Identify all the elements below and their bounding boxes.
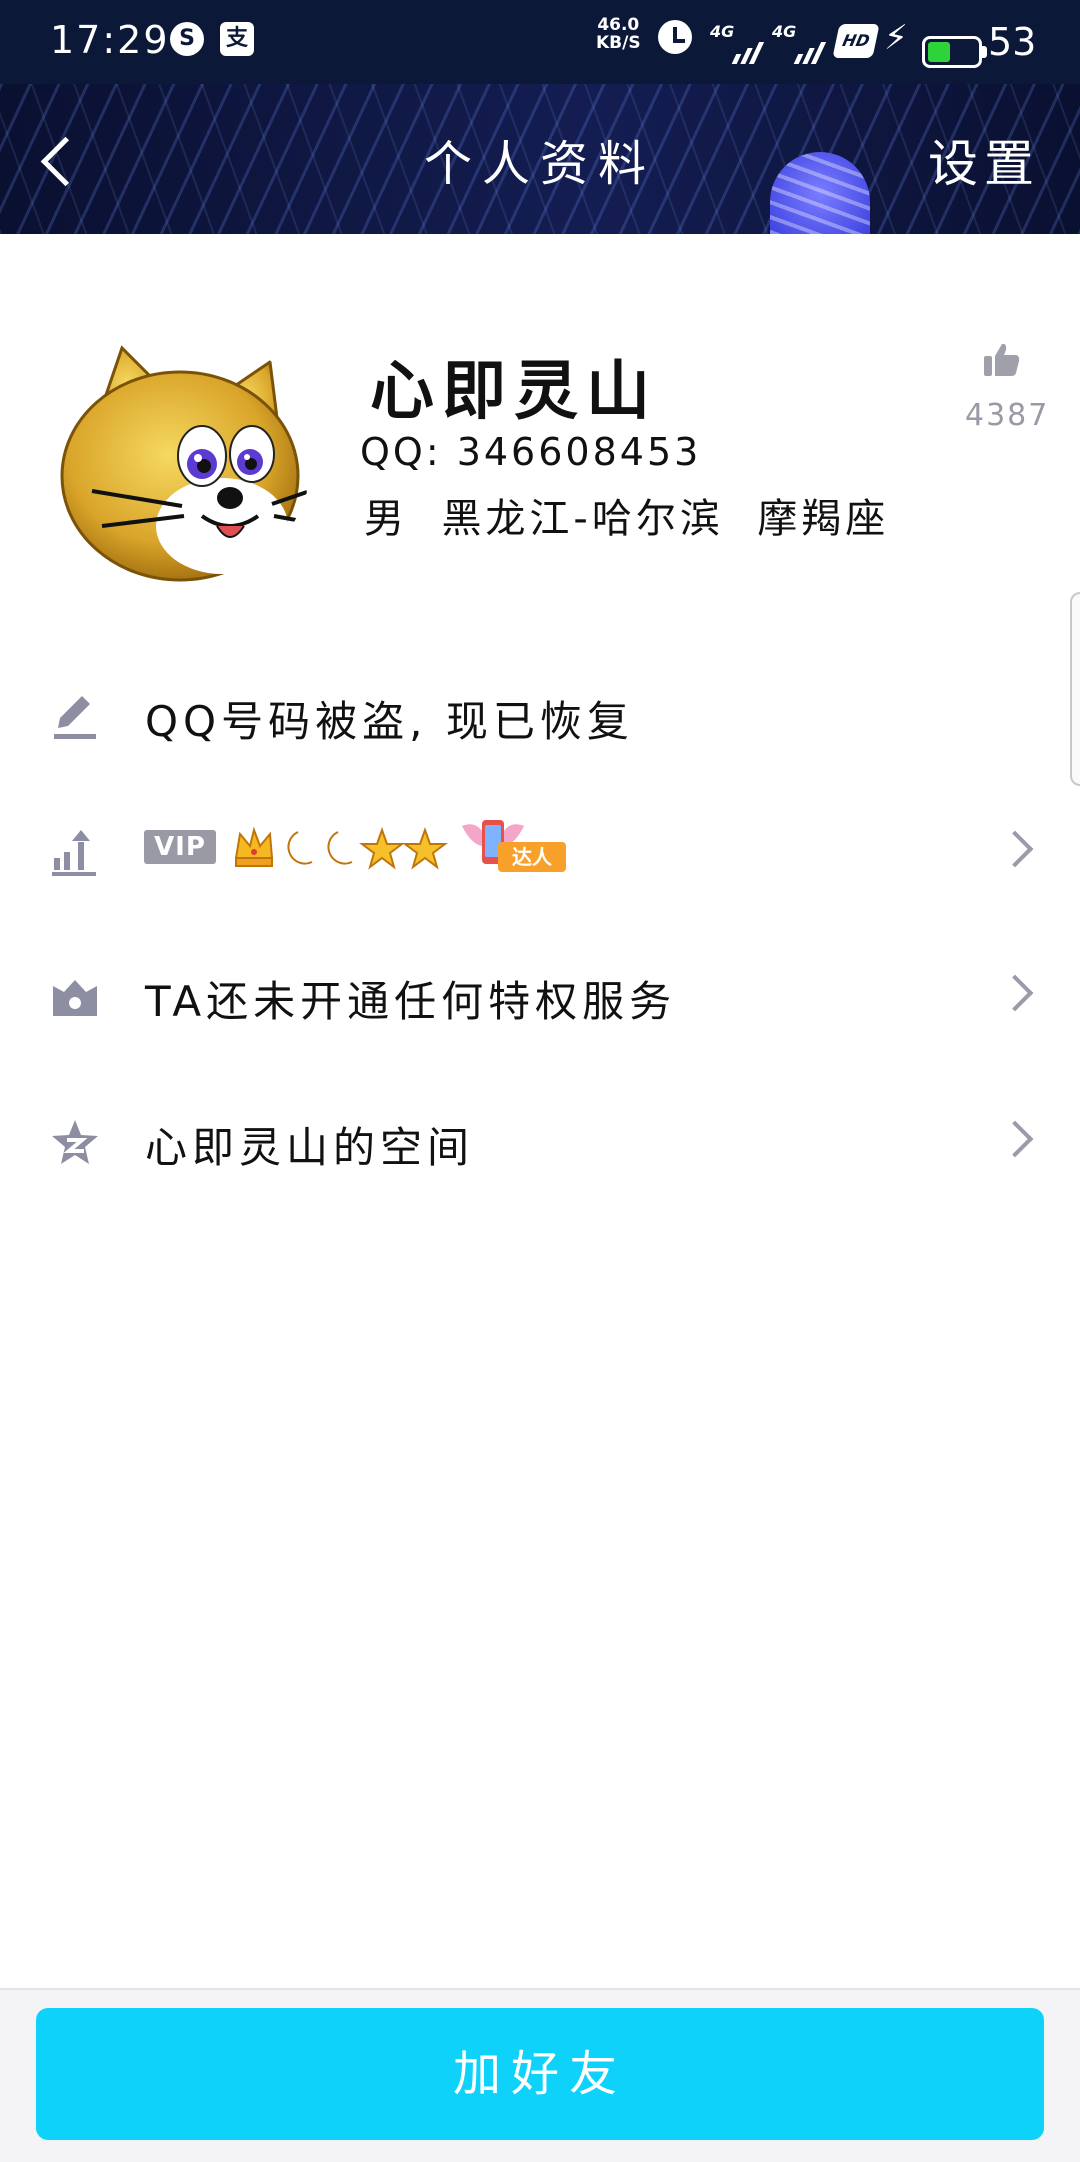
signal-4g-label-1: 4G: [710, 22, 735, 41]
profile-info: 男 黑龙江-哈尔滨 摩羯座: [364, 486, 889, 544]
profile-zodiac: 摩羯座: [757, 496, 890, 542]
qzone-text: 心即灵山的空间: [145, 1123, 475, 1172]
status-bar: 17:29 S 支 46.0 KB/S 4G 4G HD ⚡ 53: [0, 0, 1080, 84]
star-icon: [359, 827, 405, 870]
battery-icon: [922, 36, 987, 68]
add-friend-button[interactable]: 加好友: [36, 2008, 1044, 2140]
qq-level-icons: [232, 818, 452, 878]
thumbs-up-icon[interactable]: [982, 340, 1022, 380]
privilege-row[interactable]: TA还未开通任何特权服务: [0, 934, 1080, 1054]
vip-badge: VIP: [144, 830, 216, 864]
charging-bolt-icon: ⚡: [884, 18, 908, 58]
alipay-notification-icon: 支: [220, 22, 254, 56]
cat-avatar-icon: [60, 345, 308, 582]
battery-fill: [928, 42, 950, 62]
header-bar: 个人资料 设置: [0, 84, 1080, 234]
signature-text: QQ号码被盗, 现已恢复: [145, 697, 634, 746]
profile-gender: 男: [364, 496, 408, 542]
hd-volte-icon: HD: [832, 24, 880, 58]
chevron-right-icon: [996, 974, 1034, 1012]
like-count: 4387: [965, 398, 1050, 433]
status-time: 17:29: [50, 18, 170, 62]
daren-badge: 达人: [458, 816, 568, 876]
network-speed: 46.0 KB/S: [596, 15, 641, 53]
signal-4g-label-2: 4G: [772, 22, 797, 41]
app-notification-icon: S: [170, 22, 204, 56]
level-up-chart-icon: [50, 828, 100, 878]
settings-button[interactable]: 设置: [928, 124, 1040, 196]
daren-tag: 达人: [498, 842, 566, 872]
crown-icon: [234, 826, 274, 867]
avatar[interactable]: [52, 326, 312, 586]
profile-qq-number: QQ: 346608453: [360, 430, 702, 474]
page-title: 个人资料: [423, 136, 656, 192]
qzone-row[interactable]: 心即灵山的空间: [0, 1080, 1080, 1200]
pencil-icon: [50, 692, 100, 742]
chevron-right-icon: [996, 1120, 1034, 1158]
crown-badge-icon: [50, 972, 100, 1022]
battery-level: 53: [988, 20, 1037, 64]
qzone-star-icon: [50, 1118, 100, 1168]
profile-location: 黑龙江-哈尔滨: [441, 496, 724, 542]
chevron-right-icon: [996, 830, 1034, 868]
privilege-text: TA还未开通任何特权服务: [145, 977, 677, 1026]
vip-level-row[interactable]: VIP 达人: [0, 790, 1080, 910]
alarm-clock-icon: [658, 20, 692, 54]
profile-nickname: 心即灵山: [370, 355, 658, 429]
moon-icon: [287, 831, 313, 865]
signature-row[interactable]: QQ号码被盗, 现已恢复: [0, 654, 1080, 774]
moon-icon: [327, 831, 353, 865]
star-icon: [402, 827, 448, 870]
